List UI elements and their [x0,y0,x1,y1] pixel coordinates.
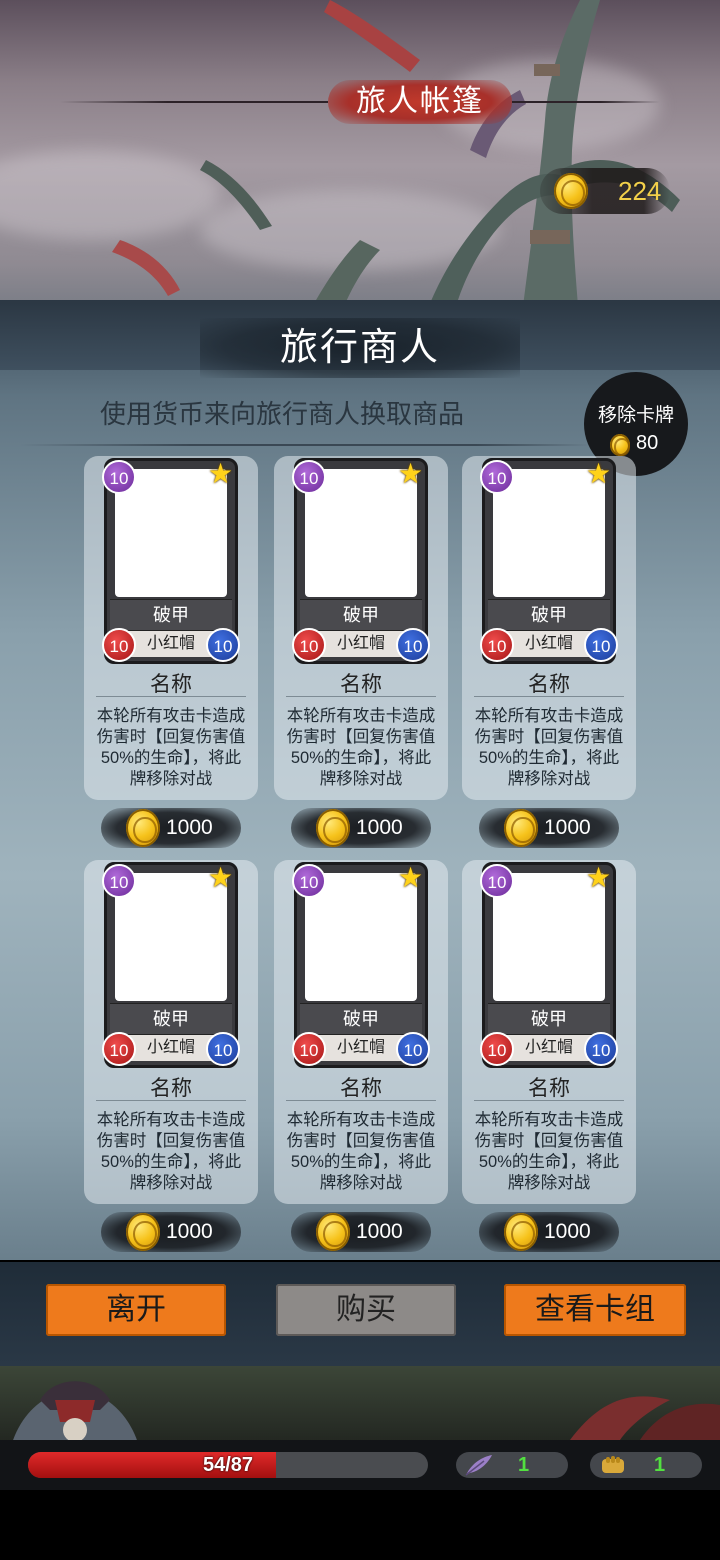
card-name-divider [96,1100,246,1101]
star-icon: ★ [208,458,234,489]
card-cost-badge: 10 [480,460,514,494]
card-name: 名称 [150,673,192,696]
card-price: 1000 [356,816,403,839]
card-price: 1000 [544,816,591,839]
screen-bottom [0,1490,720,1560]
card-cost-badge: 10 [102,864,136,898]
card-defense-badge: 10 [584,1032,618,1066]
title-divider-right [512,101,660,103]
title-bar: 旅人帐篷 [60,80,660,124]
card-description: 本轮所有攻击卡造成伤害时【回复伤害值50%的生命】，将此牌移除对战 [286,1111,436,1192]
card-price: 1000 [166,1220,213,1243]
hero-avatar [10,1381,140,1450]
card-attack-badge: 10 [480,1032,514,1066]
remove-card-label: 移除卡牌 [597,405,674,426]
card-name: 名称 [528,1077,570,1100]
card-attack-badge: 10 [480,628,514,662]
card-type: 破甲 [300,599,422,631]
shop-title: 旅行商人 [200,318,520,378]
card-cost-badge: 10 [292,460,326,494]
card-price: 1000 [544,1220,591,1243]
card-name: 名称 [528,673,570,696]
card-cost-badge: 10 [292,864,326,898]
game-scene: 旅人帐篷 224 旅行商人 使用货币来向旅行商人换取商品 移除卡牌 80 破甲小… [0,0,720,1560]
card-name-divider [474,696,624,697]
card-type: 破甲 [110,599,232,631]
card-description: 本轮所有攻击卡造成伤害时【回复伤害值50%的生命】，将此牌移除对战 [474,1111,624,1192]
coin-balance: 224 [618,176,662,206]
star-icon: ★ [208,862,234,893]
gold-coin-icon [504,1213,538,1251]
card-attack-badge: 10 [102,1032,136,1066]
view-deck-button[interactable]: 查看卡组 [504,1284,686,1336]
card-description: 本轮所有攻击卡造成伤害时【回复伤害值50%的生命】，将此牌移除对战 [286,707,436,788]
buy-button[interactable]: 购买 [276,1284,456,1336]
fist-icon [602,1456,624,1473]
card-defense-badge: 10 [584,628,618,662]
card-cost-badge: 10 [102,460,136,494]
gold-coin-icon [316,809,350,847]
card-name-divider [474,1100,624,1101]
card-type: 破甲 [110,1003,232,1035]
card-price: 1000 [356,1220,403,1243]
card-cost-badge: 10 [480,864,514,898]
card-name-divider [286,1100,436,1101]
card-type: 破甲 [488,599,610,631]
card-defense-badge: 10 [396,628,430,662]
feather-icon [465,1455,492,1476]
gold-coin-icon [126,809,160,847]
star-icon: ★ [586,862,612,893]
card-name: 名称 [340,673,382,696]
leave-button[interactable]: 离开 [46,1284,226,1336]
card-type: 破甲 [488,1003,610,1035]
fist-count: 1 [654,1454,666,1476]
card-defense-badge: 10 [206,1032,240,1066]
card-attack-badge: 10 [292,628,326,662]
gold-coin-icon [610,434,630,456]
star-icon: ★ [586,458,612,489]
card-attack-badge: 10 [292,1032,326,1066]
card-type: 破甲 [300,1003,422,1035]
red-leaves-decoration [570,1396,720,1440]
hp-text: 54/87 [202,1454,254,1476]
gold-coin-icon [504,809,538,847]
remove-card-price: 80 [636,432,659,454]
card-description: 本轮所有攻击卡造成伤害时【回复伤害值50%的生命】，将此牌移除对战 [96,1111,246,1192]
card-defense-badge: 10 [206,628,240,662]
feather-count: 1 [518,1454,530,1476]
card-defense-badge: 10 [396,1032,430,1066]
star-icon: ★ [398,458,424,489]
card-attack-badge: 10 [102,628,136,662]
gold-coin-icon [126,1213,160,1251]
card-name-divider [96,696,246,697]
card-description: 本轮所有攻击卡造成伤害时【回复伤害值50%的生命】，将此牌移除对战 [96,707,246,788]
subtitle-divider [20,444,590,446]
card-price: 1000 [166,816,213,839]
card-description: 本轮所有攻击卡造成伤害时【回复伤害值50%的生命】，将此牌移除对战 [474,707,624,788]
title-divider-left [60,101,328,103]
card-name-divider [286,696,436,697]
gold-coin-icon [316,1213,350,1251]
card-name: 名称 [150,1077,192,1100]
dead-tree-illustration [112,0,680,330]
star-icon: ★ [398,862,424,893]
shop-subtitle: 使用货币来向旅行商人换取商品 [100,399,465,429]
page-title: 旅人帐篷 [356,85,484,118]
gold-coin-icon [554,173,588,209]
card-name: 名称 [340,1077,382,1100]
